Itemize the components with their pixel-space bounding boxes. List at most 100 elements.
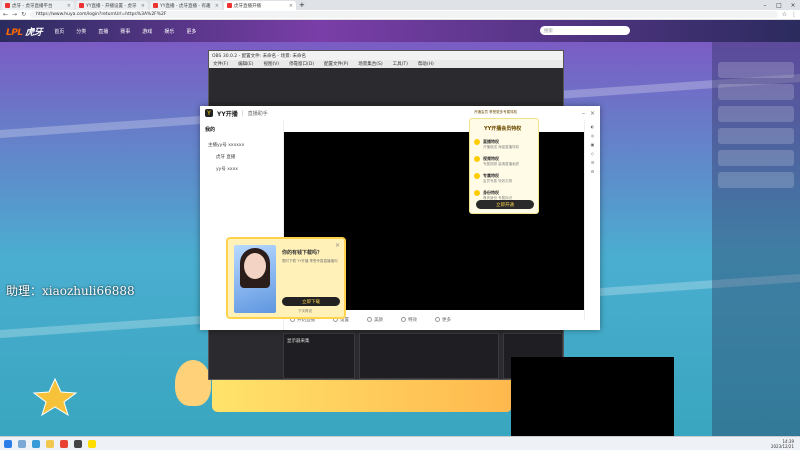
list-item[interactable] bbox=[718, 172, 794, 188]
url-field[interactable]: https://www.huya.com/login?returnUrl=htt… bbox=[30, 11, 778, 18]
obs-menu-item[interactable]: 场景集合(S) bbox=[358, 61, 382, 67]
close-icon[interactable]: × bbox=[335, 242, 340, 249]
later-link[interactable]: 下次再说 bbox=[298, 309, 312, 314]
browser-tab[interactable]: YY直播 - 开播设置 - 虎牙 × bbox=[76, 1, 148, 10]
close-tab-icon[interactable]: × bbox=[215, 3, 219, 9]
item-icon bbox=[435, 317, 440, 322]
huya-favicon-icon bbox=[227, 3, 232, 8]
yy-bottom-label: 美颜 bbox=[374, 318, 383, 323]
yy-side-item[interactable]: 虎牙 直播 bbox=[200, 151, 283, 163]
tool-icon[interactable]: ▣ bbox=[591, 142, 595, 147]
yy-bottom-item[interactable]: 美颜 bbox=[367, 317, 383, 323]
nav-item[interactable]: 分类 bbox=[76, 28, 86, 35]
vip-open-button[interactable]: 立即开通 bbox=[476, 200, 534, 209]
list-item[interactable] bbox=[718, 150, 794, 166]
nav-item[interactable]: 直播 bbox=[98, 28, 108, 35]
maximize-icon[interactable]: □ bbox=[772, 0, 786, 10]
forward-icon[interactable]: → bbox=[12, 11, 17, 18]
tool-icon[interactable]: ◎ bbox=[591, 133, 595, 138]
list-item[interactable] bbox=[718, 128, 794, 144]
item-icon bbox=[401, 317, 406, 322]
minimize-icon[interactable]: – bbox=[758, 0, 772, 10]
obs-menu-item[interactable]: 配置文件(P) bbox=[324, 61, 348, 67]
nav-item[interactable]: 更多 bbox=[186, 28, 196, 35]
obs-menu-bar: 文件(F) 编辑(E) 视图(V) 停靠窗口(D) 配置文件(P) 场景集合(S… bbox=[209, 60, 563, 68]
obs-menu-item[interactable]: 帮助(H) bbox=[418, 61, 434, 67]
obs-source-item[interactable]: 显示器采集 bbox=[287, 339, 310, 344]
close-icon[interactable]: × bbox=[590, 110, 595, 117]
star-icon[interactable]: ☆ bbox=[782, 11, 787, 18]
nav-item[interactable]: 首页 bbox=[54, 28, 64, 35]
browser-tab[interactable]: YY直播 - 虎牙直播 - 有趣 × bbox=[150, 1, 222, 10]
system-tray[interactable]: 14:39 2023/12/21 bbox=[771, 439, 794, 449]
list-item[interactable] bbox=[718, 62, 794, 78]
folder-icon[interactable] bbox=[46, 439, 54, 448]
tool-icon[interactable]: ◇ bbox=[591, 151, 594, 156]
list-item[interactable] bbox=[718, 106, 794, 122]
browser-tab-active[interactable]: 虎牙直播开播 × bbox=[224, 1, 296, 10]
yy-window-controls: – × bbox=[582, 110, 595, 117]
huya-logo[interactable]: LPL 虎牙 bbox=[6, 25, 43, 38]
yy-bottom-label: 更多 bbox=[442, 318, 451, 323]
download-popup: × 你的有钱下载吗？ 限时下载 YY开播 享受专属直播福利 立即下载 下次再说 bbox=[226, 237, 346, 319]
menu-icon[interactable]: ⋮ bbox=[791, 11, 797, 18]
yy-bottom-label: 特效 bbox=[408, 318, 417, 323]
yy-app-name: YY开播 bbox=[217, 110, 238, 118]
tool-icon[interactable]: ⚙ bbox=[591, 169, 595, 174]
vip-top-label[interactable]: 开通会员 享受更多专属特权 bbox=[474, 110, 517, 115]
minimize-icon[interactable]: – bbox=[582, 110, 585, 117]
obs-title-bar: OBS 30.0.2 - 配置文件: 未命名 - 场景: 未命名 bbox=[209, 51, 563, 60]
back-icon[interactable]: ← bbox=[3, 11, 8, 18]
item-icon bbox=[367, 317, 372, 322]
nav-item[interactable]: 赛事 bbox=[120, 28, 130, 35]
download-desc: 限时下载 YY开播 享受专属直播福利 bbox=[282, 259, 338, 263]
yy-bottom-item[interactable]: 更多 bbox=[435, 317, 451, 323]
yy-sub-title: 直播助手 bbox=[247, 110, 268, 117]
browser-tab[interactable]: 虎牙 - 虎牙直播平台 × bbox=[2, 1, 74, 10]
obs-menu-item[interactable]: 文件(F) bbox=[213, 61, 228, 67]
obs-menu-item[interactable]: 工具(T) bbox=[393, 61, 408, 67]
close-icon[interactable]: × bbox=[786, 0, 800, 10]
vip-title: YY开播会员特权 bbox=[484, 126, 522, 132]
browser-tab-bar: 虎牙 - 虎牙直播平台 × YY直播 - 开播设置 - 虎牙 × YY直播 - 虎牙… bbox=[0, 0, 800, 10]
tab-title: 虎牙 - 虎牙直播平台 bbox=[12, 3, 53, 9]
obs-menu-item[interactable]: 视图(V) bbox=[263, 61, 279, 67]
list-item[interactable] bbox=[718, 84, 794, 100]
close-tab-icon[interactable]: × bbox=[289, 3, 293, 9]
crown-icon bbox=[474, 190, 480, 196]
obs-sources-dock: 显示器采集 bbox=[283, 333, 355, 379]
close-tab-icon[interactable]: × bbox=[67, 3, 71, 9]
tab-title: YY直播 - 虎牙直播 - 有趣 bbox=[160, 3, 211, 9]
download-button[interactable]: 立即下载 bbox=[282, 297, 340, 306]
search-icon[interactable] bbox=[18, 439, 26, 448]
edge-icon[interactable] bbox=[32, 439, 40, 448]
mascot-image bbox=[175, 360, 211, 406]
close-tab-icon[interactable]: × bbox=[141, 3, 145, 9]
window-controls: – □ × bbox=[758, 0, 800, 10]
tool-icon[interactable]: ◐ bbox=[591, 124, 595, 129]
chrome-icon[interactable] bbox=[60, 439, 68, 448]
yy-bottom-item[interactable]: 特效 bbox=[401, 317, 417, 323]
new-tab-icon[interactable]: + bbox=[299, 1, 305, 9]
yy-side-item[interactable]: 主播yy号 xxxxxx bbox=[200, 139, 283, 151]
browser-address-bar: ← → ↻ https://www.huya.com/login?returnU… bbox=[0, 10, 800, 20]
tab-title: 虎牙直播开播 bbox=[234, 3, 261, 9]
yy-right-toolbar: ◐ ◎ ▣ ◇ ☰ ⚙ bbox=[584, 120, 600, 320]
obs-icon[interactable] bbox=[74, 439, 82, 448]
yy-icon[interactable] bbox=[88, 439, 96, 448]
obs-menu-item[interactable]: 编辑(E) bbox=[238, 61, 253, 67]
promo-portrait-image bbox=[234, 245, 276, 313]
tool-icon[interactable]: ☰ bbox=[591, 160, 595, 165]
yy-side-item[interactable]: yy号 xxxx bbox=[200, 163, 283, 175]
huya-search-input[interactable]: 搜索 bbox=[540, 26, 630, 35]
taskbar: 14:39 2023/12/21 bbox=[0, 436, 800, 450]
reload-icon[interactable]: ↻ bbox=[21, 11, 26, 18]
nav-item[interactable]: 游戏 bbox=[142, 28, 152, 35]
yy-side-header: 我的 bbox=[205, 127, 216, 133]
nav-item[interactable]: 娱乐 bbox=[164, 28, 174, 35]
crown-icon bbox=[474, 156, 480, 162]
obs-menu-item[interactable]: 停靠窗口(D) bbox=[289, 61, 314, 67]
start-icon[interactable] bbox=[4, 439, 12, 448]
assistant-watermark: 助理：xiaozhuli66888 bbox=[6, 284, 135, 298]
vip-item-desc: 开播就送 海量直播特权 bbox=[483, 145, 520, 149]
